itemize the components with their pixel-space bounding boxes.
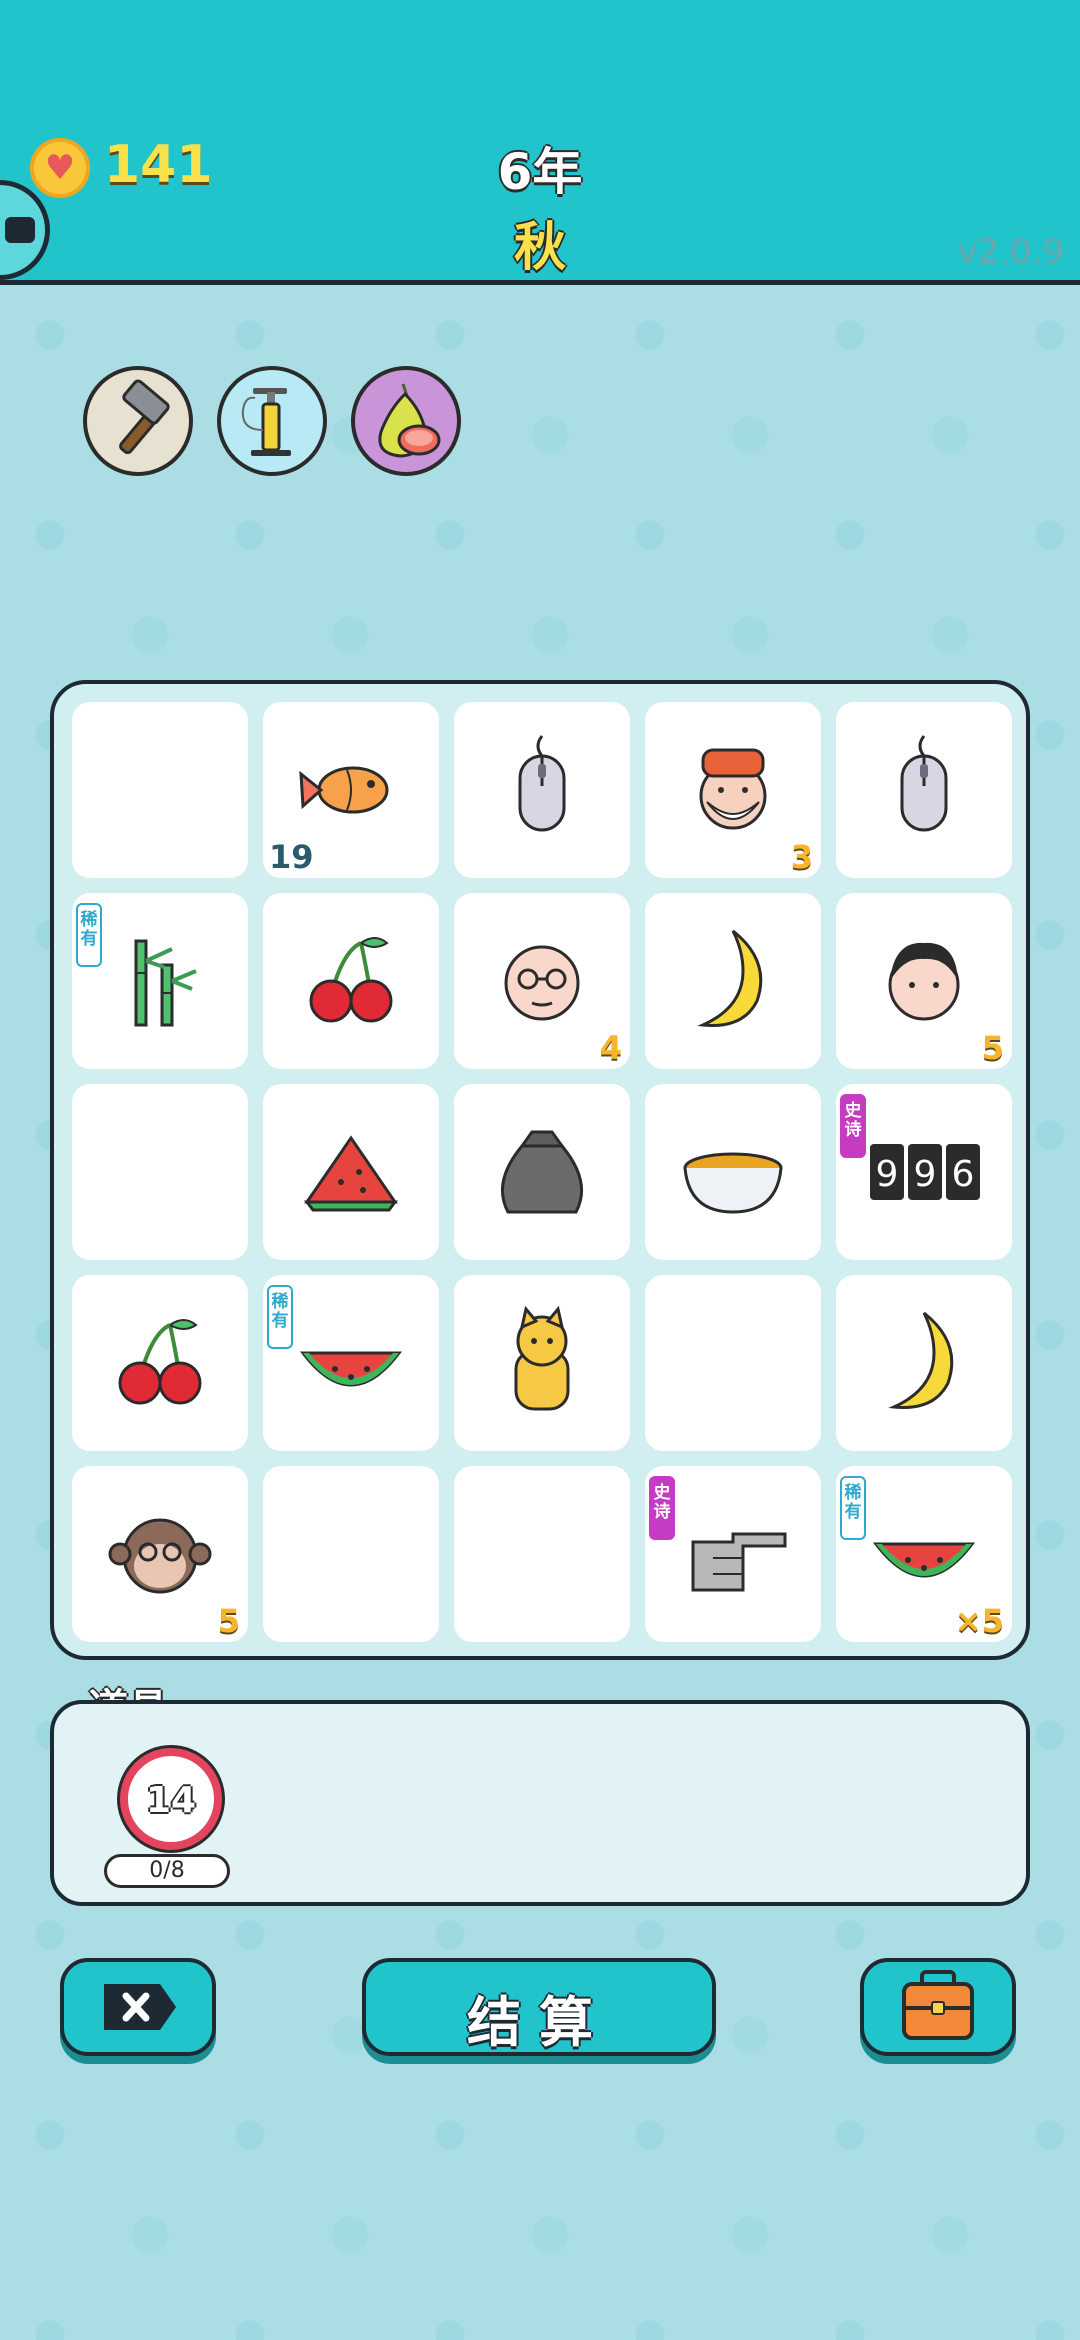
- banana-icon: [888, 1311, 954, 1409]
- settle-button[interactable]: 结算: [362, 1958, 716, 2056]
- watermelon-icon: [299, 1351, 403, 1387]
- grid-cell-fish[interactable]: 19: [263, 702, 439, 878]
- briefcase-icon: [902, 1970, 974, 2040]
- close-icon: [104, 1984, 176, 2030]
- season-label: 秋: [513, 218, 566, 278]
- mouse-icon: [900, 735, 948, 832]
- grid-cell-cherry[interactable]: [263, 893, 439, 1069]
- dartboard-prop[interactable]: 14: [120, 1748, 222, 1850]
- props-panel: 14 0/8: [50, 1700, 1030, 1906]
- grid-cell-garbage-bag[interactable]: [454, 1084, 630, 1260]
- watermelon-icon: [872, 1542, 976, 1578]
- item-count: 3: [790, 838, 813, 876]
- monkey-icon: [108, 1518, 212, 1594]
- settle-button-label: 结算: [467, 1991, 611, 2054]
- grid-cell-bamboo[interactable]: 稀有: [72, 893, 248, 1069]
- grid-cell-soup-bowl[interactable]: [645, 1084, 821, 1260]
- item-count: 4: [599, 1029, 622, 1067]
- pomelo-icon: [378, 383, 441, 458]
- grid-cell-empty[interactable]: [454, 1466, 630, 1642]
- pomelo-tool[interactable]: [351, 366, 461, 476]
- mouse-icon: [518, 735, 566, 832]
- soup-bowl-icon: [683, 1152, 783, 1214]
- counter-996-icon: 996: [870, 1144, 980, 1200]
- svg-text:9: 9: [914, 1154, 937, 1195]
- grid-cell-old-man[interactable]: 3: [645, 702, 821, 878]
- dartboard-count: 14: [145, 1780, 197, 1821]
- air-pump-tool[interactable]: [217, 366, 327, 476]
- grid-cell-empty[interactable]: [72, 1084, 248, 1260]
- grid-cell-empty[interactable]: [263, 1466, 439, 1642]
- cat-icon: [514, 1305, 570, 1411]
- grid-cell-banana[interactable]: [836, 1275, 1012, 1451]
- hammer-tool[interactable]: [83, 366, 193, 476]
- grid-cell-pointing-hand[interactable]: 史诗: [645, 1466, 821, 1642]
- grid-cell-man[interactable]: 5: [836, 893, 1012, 1069]
- item-count: 5: [981, 1029, 1004, 1067]
- bald-man-icon: [504, 945, 580, 1021]
- hammer-icon: [119, 379, 170, 455]
- year-label: 6年: [497, 143, 583, 201]
- grid-cell-banana[interactable]: [645, 893, 821, 1069]
- item-count: 19: [269, 838, 314, 876]
- dartboard-progress: 0/8: [104, 1854, 230, 1888]
- item-count: 5: [217, 1602, 240, 1640]
- rarity-badge: 史诗: [840, 1094, 866, 1158]
- watermelon-slice-icon: [304, 1135, 398, 1212]
- cherry-icon: [309, 937, 393, 1023]
- item-grid-board: 19 3 稀有 4 5 9 9 6 史诗 稀有 5 史诗 稀有 ×5: [50, 680, 1030, 1660]
- inventory-button[interactable]: [860, 1958, 1016, 2056]
- grid-cell-cherry[interactable]: [72, 1275, 248, 1451]
- grid-cell-watermelon-slice[interactable]: [263, 1084, 439, 1260]
- grid-cell-bald-man[interactable]: 4: [454, 893, 630, 1069]
- grid-cell-watermelon[interactable]: 稀有 ×5: [836, 1466, 1012, 1642]
- bamboo-icon: [134, 939, 197, 1027]
- grid-cell-watermelon[interactable]: 稀有: [263, 1275, 439, 1451]
- item-count: ×5: [954, 1602, 1004, 1640]
- rarity-badge: 稀有: [267, 1285, 293, 1349]
- cherry-icon: [118, 1319, 202, 1405]
- grid-cell-mouse[interactable]: [454, 702, 630, 878]
- grid-cell-counter-996[interactable]: 9 9 6 史诗: [836, 1084, 1012, 1260]
- grid-cell-mouse[interactable]: [836, 702, 1012, 878]
- svg-text:6: 6: [952, 1154, 975, 1195]
- top-bar: 141 6年 秋 v2.0.9: [0, 0, 1080, 285]
- mascot-avatar[interactable]: [0, 180, 50, 280]
- garbage-bag-icon: [500, 1130, 584, 1214]
- rarity-badge: 史诗: [649, 1476, 675, 1540]
- coin-count: 141: [104, 135, 213, 195]
- air-pump-icon: [241, 388, 291, 456]
- grid-cell-empty[interactable]: [645, 1275, 821, 1451]
- pointing-hand-icon: [691, 1532, 787, 1592]
- banana-icon: [697, 929, 763, 1027]
- old-man-icon: [699, 748, 767, 830]
- fish-icon: [299, 766, 389, 814]
- quit-button[interactable]: [60, 1958, 216, 2056]
- version-label: v2.0.9: [957, 232, 1064, 272]
- coin-icon: [30, 138, 90, 198]
- grid-cell-monkey[interactable]: 5: [72, 1466, 248, 1642]
- rarity-badge: 稀有: [840, 1476, 866, 1540]
- grid-cell-empty[interactable]: [72, 702, 248, 878]
- grid-cell-cat[interactable]: [454, 1275, 630, 1451]
- rarity-badge: 稀有: [76, 903, 102, 967]
- svg-text:9: 9: [876, 1154, 899, 1195]
- man-icon: [888, 942, 960, 1021]
